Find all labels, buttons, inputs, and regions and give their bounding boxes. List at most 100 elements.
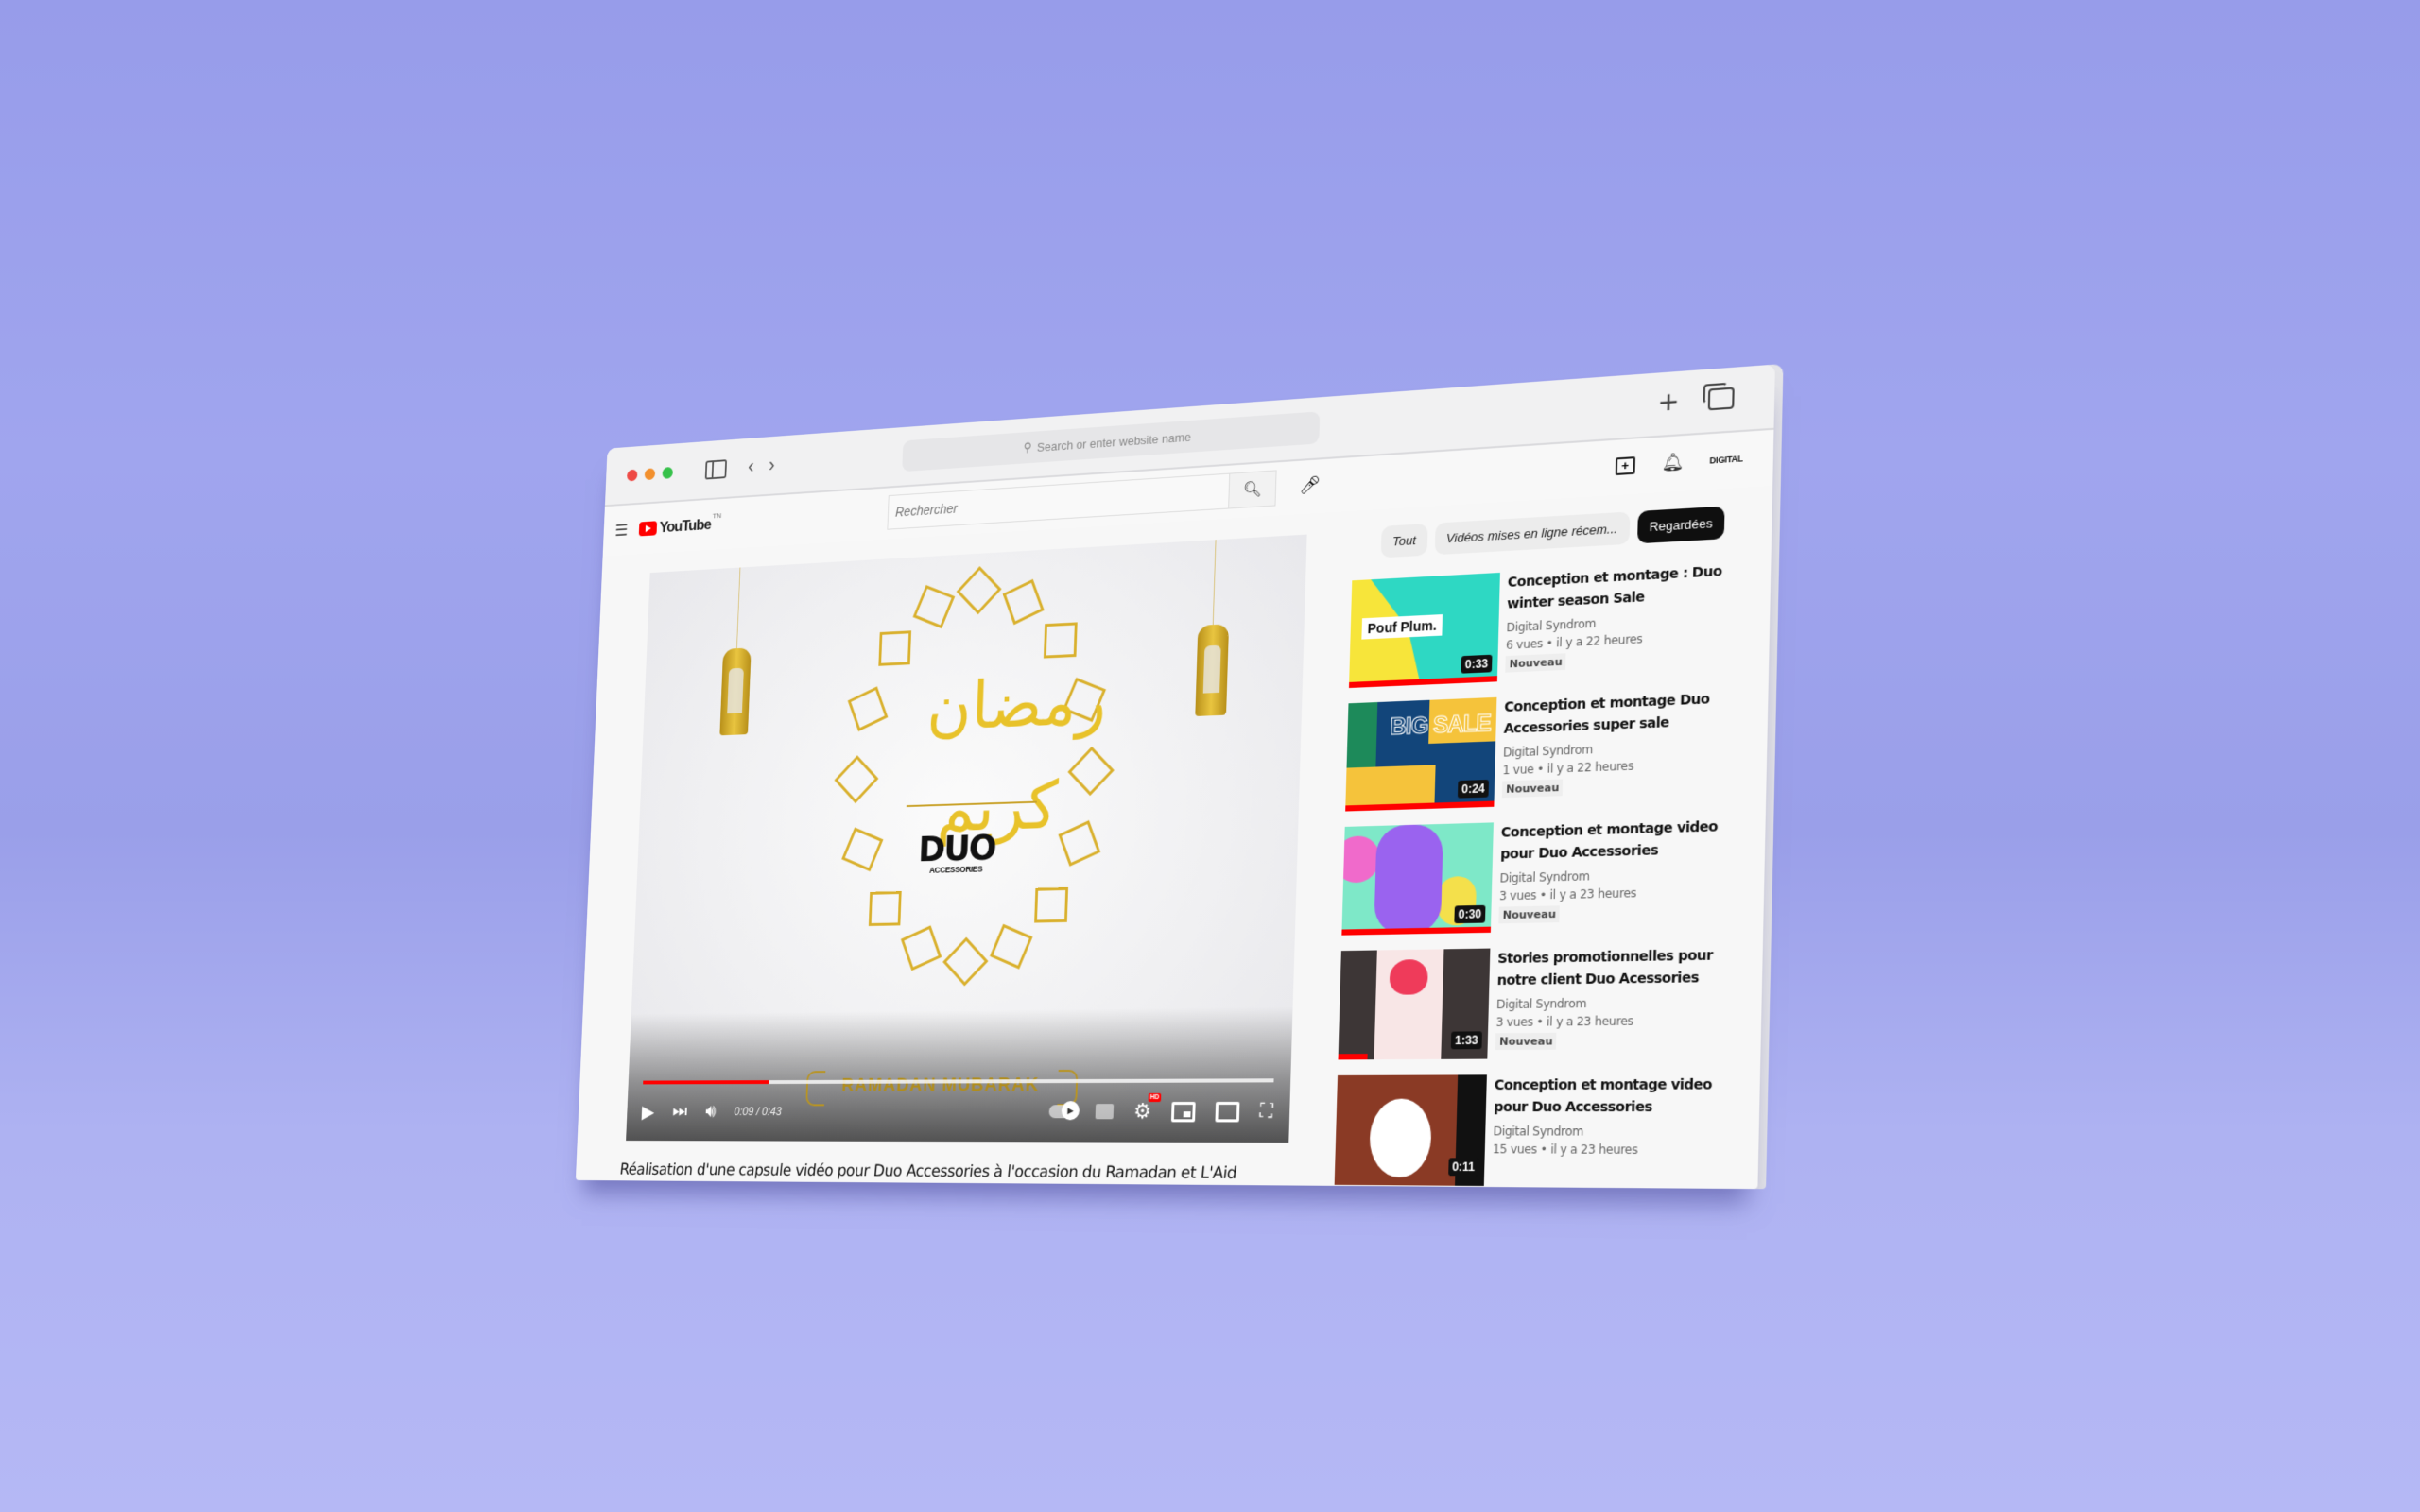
duo-accessories-logo: DUO ACCESSORIES (917, 827, 996, 875)
related-videos-panel: Tout Vidéos mises en ligne récem... Rega… (1334, 504, 1762, 1189)
thumbnail-text: BIG SALE (1390, 710, 1492, 741)
forward-chevron-icon[interactable]: › (769, 454, 775, 477)
new-badge: Nouveau (1495, 1032, 1557, 1051)
star-frame-diamond (903, 927, 941, 969)
youtube-play-icon (638, 521, 658, 537)
star-frame-diamond (836, 757, 876, 801)
maximize-window-button[interactable] (662, 466, 674, 479)
next-button[interactable]: ⏭︎ (672, 1101, 688, 1122)
search-button[interactable]: 🔍︎ (1228, 470, 1277, 509)
video-title-line2[interactable]: pour Duo Accessories (1494, 1096, 1712, 1119)
video-thumbnail[interactable]: 0:30 (1341, 822, 1494, 936)
duration-badge: 0:33 (1461, 654, 1493, 674)
hd-badge: HD (1148, 1092, 1162, 1103)
related-video-item[interactable]: 0:30 Conception et montage video pour Du… (1341, 815, 1755, 936)
fullscreen-button[interactable]: ⛶ (1259, 1100, 1272, 1123)
browser-window: ‹ › ⚲ Search or enter website name + ☰ Y… (575, 364, 1775, 1190)
star-frame-diamond (843, 829, 882, 869)
search-icon: 🔍︎ (1242, 481, 1262, 499)
new-badge: Nouveau (1498, 905, 1561, 924)
related-video-item[interactable]: BIG SALE 0:24 Conception et montage Duo … (1345, 686, 1758, 812)
view-count: 1 vue • il y a 22 heures (1502, 759, 1634, 778)
back-chevron-icon[interactable]: ‹ (748, 455, 754, 478)
star-frame-diamond (959, 568, 1000, 612)
mockup-stage: ‹ › ⚲ Search or enter website name + ☰ Y… (0, 0, 2420, 1512)
player-controls: ▶ ⏭︎ 🔊︎ 0:09 / 0:43 ⚙︎HD ⛶ (641, 1092, 1273, 1129)
star-frame-diamond (1060, 822, 1098, 865)
time-display: 0:09 / 0:43 (734, 1105, 783, 1119)
region-code: TN (712, 511, 722, 521)
address-placeholder: Search or enter website name (1036, 429, 1192, 455)
window-controls (626, 466, 674, 482)
star-frame-diamond (992, 926, 1031, 968)
settings-button[interactable]: ⚙︎ HD (1133, 1092, 1162, 1124)
microphone-icon[interactable]: 🎤︎ (1299, 474, 1321, 496)
menu-icon[interactable]: ☰ (614, 521, 628, 541)
channel-name[interactable]: Digital Syndrom (1496, 995, 1712, 1012)
watched-bar (1338, 1054, 1368, 1060)
thumbnail-text: Pouf Plum. (1361, 614, 1443, 640)
account-avatar[interactable]: DIGITAL (1709, 453, 1743, 465)
autoplay-toggle[interactable] (1048, 1105, 1077, 1119)
related-video-item[interactable]: Pouf Plum. 0:33 Conception et montage : … (1348, 558, 1761, 689)
lantern-right-graphic (1195, 624, 1230, 716)
video-thumbnail[interactable]: Pouf Plum. 0:33 (1348, 572, 1500, 689)
tab-overview-icon[interactable] (1707, 387, 1735, 411)
duration-badge: 1:33 (1450, 1031, 1482, 1050)
channel-name[interactable]: Digital Syndrom (1503, 738, 1709, 760)
notifications-bell-icon[interactable]: 🔔︎ (1661, 452, 1685, 473)
video-title-line2[interactable]: notre client Duo Acessories (1496, 967, 1712, 991)
minimize-window-button[interactable] (644, 467, 656, 480)
duration-badge: 0:30 (1454, 904, 1486, 924)
watch-page: رمضان كريم DUO ACCESSORIES RAMADAN MUBAR… (576, 486, 1772, 1189)
watched-bar (1341, 926, 1492, 936)
video-title-line2[interactable]: pour Duo Accessories (1500, 838, 1718, 866)
star-frame-diamond (880, 632, 910, 664)
star-frame-diamond (1069, 748, 1112, 794)
video-title-line1[interactable]: Conception et montage video (1495, 1074, 1713, 1096)
new-badge: Nouveau (1501, 779, 1564, 799)
duration-badge: 0:11 (1447, 1158, 1479, 1177)
video-thumbnail[interactable]: 0:11 (1334, 1074, 1487, 1186)
star-frame-diamond (849, 688, 886, 730)
chip-watched[interactable]: Regardées (1636, 506, 1725, 544)
video-thumbnail[interactable]: BIG SALE 0:24 (1345, 696, 1497, 812)
chip-recently-uploaded[interactable]: Vidéos mises en ligne récem... (1434, 511, 1631, 556)
brand-logo-text: DUO (917, 826, 996, 870)
related-video-item[interactable]: 0:11 Conception et montage video pour Du… (1334, 1074, 1751, 1188)
view-count: 15 vues • il y a 23 heures (1492, 1142, 1638, 1158)
video-thumbnail[interactable]: 1:33 (1338, 948, 1491, 1060)
arabic-calligraphy: رمضان كريم (925, 662, 1108, 848)
search-icon: ⚲ (1023, 439, 1032, 455)
youtube-logo[interactable]: YouTube TN (638, 511, 721, 538)
address-bar[interactable]: ⚲ Search or enter website name (902, 411, 1321, 472)
related-video-item[interactable]: 1:33 Stories promotionnelles pour notre … (1338, 944, 1753, 1060)
subtitles-button[interactable] (1095, 1104, 1115, 1120)
close-window-button[interactable] (626, 469, 638, 482)
view-count: 3 vues • il y a 23 heures (1495, 1014, 1634, 1030)
video-title-line1[interactable]: Stories promotionnelles pour (1497, 945, 1713, 971)
miniplayer-button[interactable] (1170, 1101, 1196, 1122)
chip-all[interactable]: Tout (1380, 524, 1428, 558)
new-badge: Nouveau (1505, 653, 1566, 673)
sidebar-toggle-icon[interactable] (704, 458, 728, 480)
duration-badge: 0:24 (1457, 779, 1490, 799)
star-frame-diamond (1004, 581, 1042, 623)
youtube-wordmark: YouTube (659, 515, 712, 537)
lantern-rope (736, 567, 741, 649)
play-button[interactable]: ▶ (641, 1100, 654, 1123)
star-frame-diamond (914, 587, 953, 627)
view-count: 3 vues • il y a 23 heures (1498, 885, 1637, 903)
create-video-icon[interactable]: + (1615, 455, 1635, 475)
channel-name[interactable]: Digital Syndrom (1493, 1125, 1711, 1139)
video-player[interactable]: رمضان كريم DUO ACCESSORIES RAMADAN MUBAR… (626, 534, 1307, 1143)
lantern-left-graphic (719, 647, 752, 736)
theater-mode-button[interactable] (1215, 1101, 1240, 1122)
star-frame-diamond (944, 939, 986, 985)
new-tab-button[interactable]: + (1658, 383, 1679, 421)
filter-chips: Tout Vidéos mises en ligne récem... Rega… (1380, 504, 1762, 558)
channel-name[interactable]: Digital Syndrom (1499, 867, 1717, 885)
progress-played (643, 1080, 769, 1085)
volume-button[interactable]: 🔊︎ (705, 1101, 717, 1122)
star-frame-diamond (870, 893, 900, 925)
